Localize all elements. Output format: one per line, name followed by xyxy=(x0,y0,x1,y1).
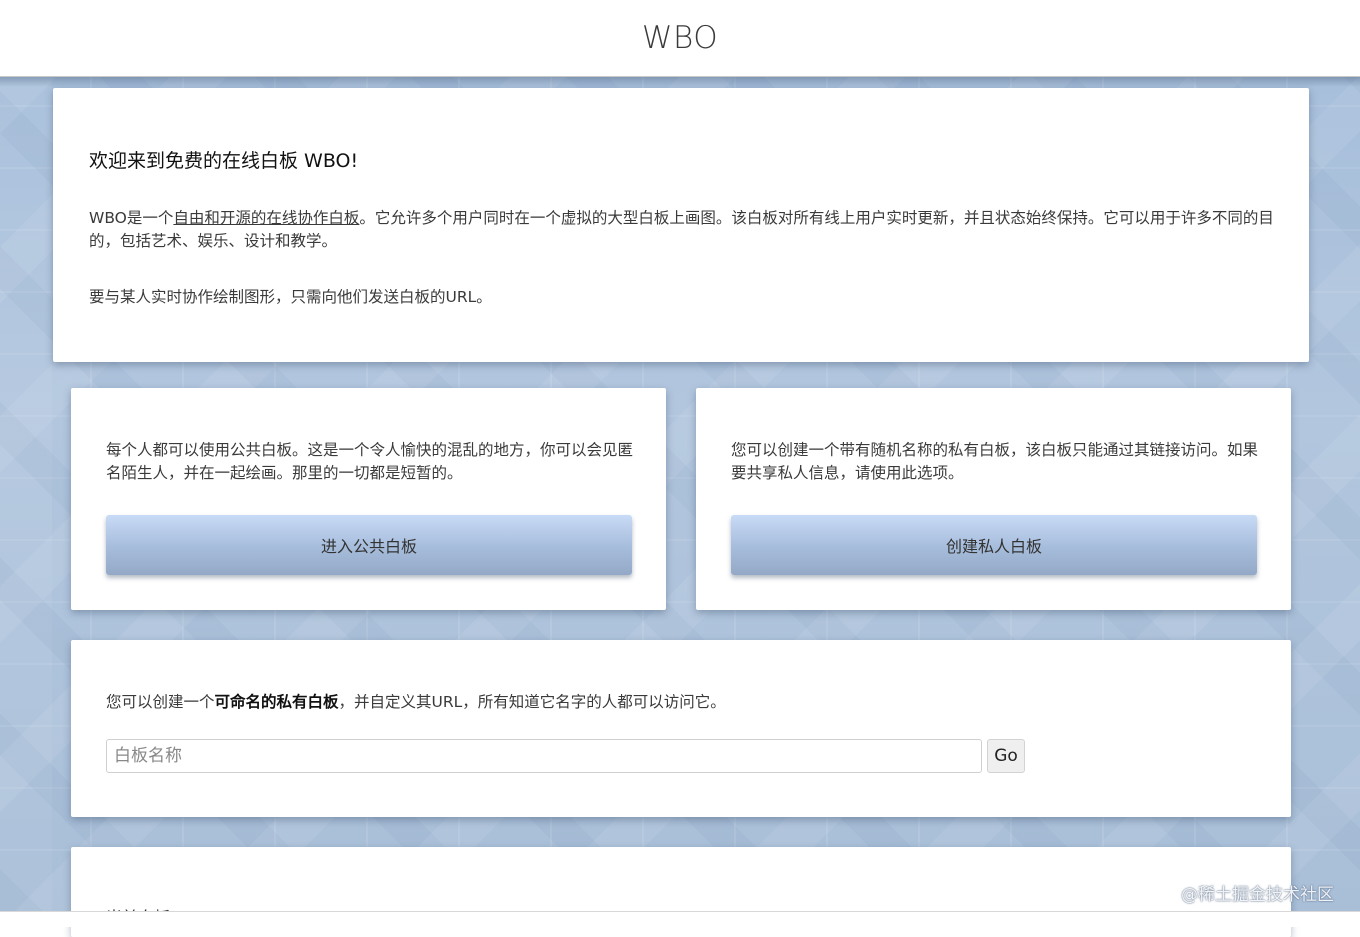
open-source-link[interactable]: 自由和开源的在线协作白板 xyxy=(173,209,359,227)
board-name-input[interactable] xyxy=(106,739,982,773)
welcome-description-prefix: WBO是一个 xyxy=(89,209,174,227)
create-private-board-button[interactable]: 创建私人白板 xyxy=(731,515,1257,575)
go-button[interactable]: Go xyxy=(987,739,1025,773)
enter-public-board-button[interactable]: 进入公共白板 xyxy=(106,515,632,575)
share-instructions: 要与某人实时协作绘制图形，只需向他们发送白板的URL。 xyxy=(89,288,492,306)
welcome-card: 欢迎来到免费的在线白板 WBO! WBO是一个自由和开源的在线协作白板。它允许多… xyxy=(53,88,1309,362)
public-board-card: 每个人都可以使用公共白板。这是一个令人愉快的混乱的地方，你可以会见匿名陌生人，并… xyxy=(71,388,666,610)
watermark: @稀土掘金技术社区 xyxy=(1181,885,1334,905)
private-board-card: 您可以创建一个带有随机名称的私有白板，该白板只能通过其链接访问。如果要共享私人信… xyxy=(696,388,1291,610)
named-board-text-prefix: 您可以创建一个 xyxy=(106,693,215,711)
welcome-heading: 欢迎来到免费的在线白板 WBO! xyxy=(89,150,359,172)
public-board-description: 每个人都可以使用公共白板。这是一个令人愉快的混乱的地方，你可以会见匿名陌生人，并… xyxy=(106,441,634,482)
welcome-description: WBO是一个自由和开源的在线协作白板。它允许多个用户同时在一个虚拟的大型白板上画… xyxy=(89,207,1279,253)
named-board-card: 您可以创建一个可命名的私有白板，并自定义其URL，所有知道它名字的人都可以访问它… xyxy=(71,640,1291,817)
named-board-text-bold: 可命名的私有白板 xyxy=(214,693,339,711)
site-title: WBO xyxy=(641,20,719,56)
named-board-description: 您可以创建一个可命名的私有白板，并自定义其URL，所有知道它名字的人都可以访问它… xyxy=(106,691,726,714)
header-shadow xyxy=(0,77,1360,87)
private-board-description: 您可以创建一个带有随机名称的私有白板，该白板只能通过其链接访问。如果要共享私人信… xyxy=(731,441,1259,482)
bottom-edge xyxy=(0,911,1360,927)
named-board-text-suffix: ，并自定义其URL，所有知道它名字的人都可以访问它。 xyxy=(338,693,726,711)
site-header: WBO xyxy=(0,0,1360,77)
